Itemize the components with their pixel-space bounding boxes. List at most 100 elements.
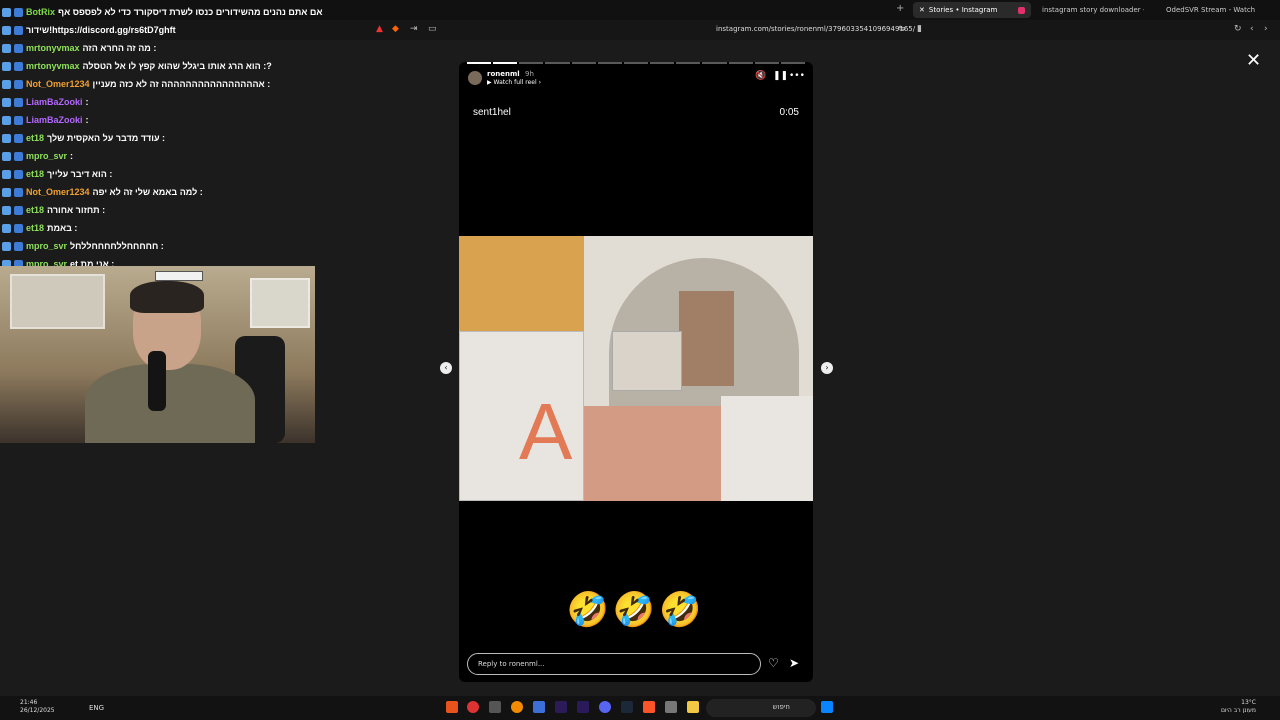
new-tab-button[interactable]: + — [896, 3, 904, 14]
folder-icon[interactable] — [687, 701, 699, 713]
chrome-icon[interactable] — [467, 701, 479, 713]
chat-message: שידור!https://discord.gg/rs6tD7ghft — [2, 22, 176, 38]
send-icon[interactable]: ➤ — [789, 656, 799, 670]
badge-icon — [14, 43, 23, 53]
shield-icon[interactable]: ◆ — [392, 24, 399, 34]
tab-google-search[interactable]: instagram story downloader - Googl — [1036, 2, 1144, 18]
more-icon[interactable]: ••• — [789, 71, 805, 81]
premiere-icon[interactable] — [577, 701, 589, 713]
chat-text: : — [70, 151, 74, 161]
chat-username[interactable]: LiamBaZooki — [26, 115, 83, 125]
badge-icon — [2, 7, 11, 17]
steam-icon[interactable] — [621, 701, 633, 713]
badge-icon — [14, 97, 23, 107]
story-time: 9h — [525, 70, 534, 78]
photoshop-icon[interactable] — [533, 701, 545, 713]
avatar[interactable] — [468, 71, 482, 85]
crate — [612, 331, 682, 391]
tab-label: Stories • Instagram — [928, 6, 998, 14]
chat-message: et18 באמת : — [2, 220, 77, 236]
clock[interactable]: 21:46 26/12/2025 — [20, 699, 55, 715]
chat-username[interactable]: LiamBaZooki — [26, 97, 83, 107]
clock-date: 26/12/2025 — [20, 707, 55, 714]
watch-full-reel-label: Watch full reel — [493, 79, 537, 86]
tab-stories-instagram[interactable]: ✕ Stories • Instagram — [913, 2, 1031, 18]
discord-icon[interactable] — [599, 701, 611, 713]
chat-username[interactable]: et18 — [26, 169, 44, 179]
app-icon[interactable] — [511, 701, 523, 713]
next-story-button[interactable]: › — [821, 362, 833, 374]
url-text[interactable]: instagram.com/stories/ronenml/3796033541… — [716, 25, 915, 33]
chat-username[interactable]: et18 — [26, 133, 44, 143]
reload-icon[interactable]: ↻ — [1234, 24, 1242, 34]
badge-icon — [14, 7, 23, 17]
chat-username[interactable]: et18 — [26, 223, 44, 233]
badge-icon — [14, 187, 23, 197]
badge-icon — [2, 79, 11, 89]
weather-widget[interactable]: 13°C מעונן רב היום — [1218, 699, 1256, 715]
chat-username[interactable]: mrtonyvmax — [26, 43, 80, 53]
app-icon[interactable] — [665, 701, 677, 713]
site-letter: A — [519, 387, 573, 476]
game-scene: A — [459, 236, 813, 501]
bookmark-icon[interactable]: ▮ — [917, 24, 922, 34]
brave-icon[interactable]: ▲ — [376, 24, 383, 34]
badge-icon — [14, 169, 23, 179]
window-background — [250, 278, 310, 328]
previous-story-button[interactable]: ‹ — [440, 362, 452, 374]
chat-text: חחחחחללחחחחללחל : — [70, 241, 164, 251]
chat-text: : — [85, 97, 89, 107]
app-icon[interactable] — [489, 701, 501, 713]
chat-username[interactable]: mrtonyvmax — [26, 61, 80, 71]
chat-username[interactable]: et18 — [26, 205, 44, 215]
chat-message: mrtonyvmax מה זה החרא הזה : — [2, 40, 156, 56]
badge-icon — [14, 241, 23, 251]
chat-text: אהההההההההההההההה זה לא כזה מעניין : — [92, 79, 271, 89]
chat-text: מה זה החרא הזה : — [82, 43, 157, 53]
chat-username[interactable]: BotRix — [26, 7, 55, 17]
window-icon[interactable]: ▭ — [428, 24, 437, 34]
badge-icon — [2, 223, 11, 233]
forward-icon[interactable]: › — [1264, 24, 1268, 34]
heart-icon[interactable]: ♡ — [768, 656, 779, 670]
badge-icon — [14, 205, 23, 215]
windows-icon[interactable] — [821, 701, 833, 713]
clock-time: 21:46 — [20, 699, 38, 706]
video-creator-name: sent1hel — [473, 107, 511, 118]
badge-icon — [2, 25, 11, 35]
badge-icon — [14, 223, 23, 233]
chat-message: mpro_svr: — [2, 148, 73, 164]
language-indicator[interactable]: ENG — [89, 704, 104, 712]
chat-username[interactable]: mpro_svr — [26, 151, 67, 161]
watch-full-reel-link[interactable]: ▶ Watch full reel › — [487, 79, 541, 86]
chat-message: Not_Omer1234 למה באמא שלי זה לא יפה : — [2, 184, 203, 200]
share-icon[interactable]: ⇥ — [410, 24, 418, 34]
address-bar: ▲ ◆ ⇥ ▭ ⇋ ▮ ↻ ‹ › — [0, 20, 1280, 40]
app-icon[interactable] — [446, 701, 458, 713]
emoji-caption: 🤣🤣🤣 — [566, 590, 706, 630]
chat-username[interactable]: Not_Omer1234 — [26, 79, 90, 89]
back-icon[interactable]: ‹ — [1250, 24, 1254, 34]
tab-stream[interactable]: OdedSVR Stream - Watch Live o — [1160, 2, 1256, 18]
chat-message: mpro_svr חחחחחללחחחחללחל : — [2, 238, 164, 254]
brave-icon[interactable] — [643, 701, 655, 713]
chat-text: תחזור אחורה : — [47, 205, 106, 215]
reply-input[interactable]: Reply to ronenml... — [467, 653, 761, 675]
chat-username[interactable]: Not_Omer1234 — [26, 187, 90, 197]
story-username[interactable]: ronenml — [487, 70, 520, 78]
chat-text: הוא דיבר עלייך : — [47, 169, 113, 179]
tab-label: OdedSVR Stream - Watch Live o — [1166, 6, 1256, 14]
badge-icon — [2, 43, 11, 53]
close-icon[interactable]: ✕ — [919, 6, 925, 14]
after-effects-icon[interactable] — [555, 701, 567, 713]
doorway — [679, 291, 734, 386]
chat-username[interactable]: mpro_svr — [26, 241, 67, 251]
pause-icon[interactable]: ❚❚ — [773, 71, 788, 81]
chat-message: LiamBaZooki: — [2, 94, 89, 110]
close-story-button[interactable]: ✕ — [1246, 50, 1261, 71]
video-timer: 0:05 — [779, 107, 799, 118]
tab-label: instagram story downloader - Googl — [1042, 6, 1144, 14]
search-box[interactable]: חיפוש — [706, 699, 816, 717]
chat-message: et18 עודד מדבר על האקסית שלך : — [2, 130, 165, 146]
mute-icon[interactable]: 🔇 — [755, 71, 766, 81]
